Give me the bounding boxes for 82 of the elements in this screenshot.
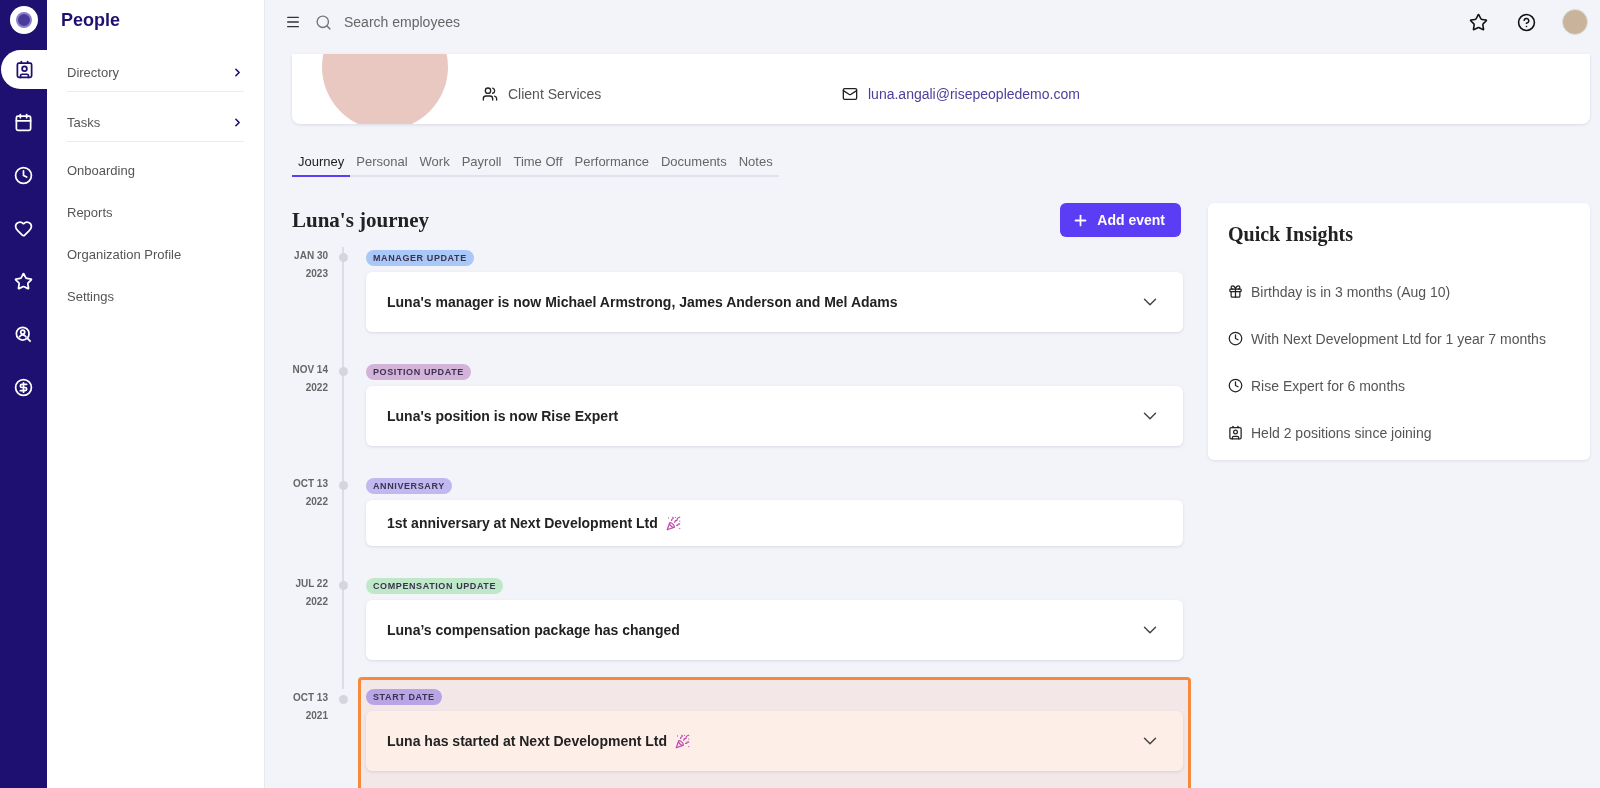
contact-card-icon [15, 60, 34, 79]
event-date: NOV 14 [292, 363, 328, 377]
sidebar-item[interactable]: Organization Profile [67, 238, 244, 271]
timeline-dot [338, 695, 348, 704]
event-card[interactable]: Luna's position is now Rise Expert [366, 386, 1183, 446]
search-field[interactable]: Search employees [342, 13, 642, 31]
users-icon [482, 86, 498, 102]
tab[interactable]: Journey [292, 148, 351, 177]
insight-text: Rise Expert for 6 months [1251, 377, 1406, 394]
tab[interactable]: Time Off [507, 148, 569, 177]
sidebar-item[interactable]: Onboarding [67, 154, 244, 187]
sidebar-item-label: Settings [67, 289, 114, 304]
nav-rail-button[interactable] [1, 50, 48, 89]
clock-icon [1228, 331, 1243, 346]
tab[interactable]: Notes [732, 148, 779, 177]
event-year: 2022 [304, 594, 328, 609]
event-year: 2022 [304, 380, 328, 395]
event-title: Luna has started at Next Development Ltd [387, 733, 668, 749]
sidebar-item[interactable]: Directory [67, 54, 244, 92]
timeline-dot [338, 367, 348, 376]
sidebar-item[interactable]: Settings [67, 280, 244, 313]
event-card[interactable]: Luna's manager is now Michael Armstrong, James Anderson and Mel Adams [366, 272, 1183, 332]
help-icon [1516, 12, 1536, 32]
tab[interactable]: Personal [350, 148, 414, 177]
event-tag: MANAGER UPDATE [366, 250, 474, 266]
event-tag: POSITION UPDATE [366, 364, 471, 380]
tab[interactable]: Performance [568, 148, 655, 177]
search-icon [315, 13, 332, 31]
event-title: 1st anniversary at Next Development Ltd [387, 515, 658, 531]
event-title: Luna's position is now Rise Expert [387, 408, 619, 424]
sidebar-item-label: Organization Profile [67, 247, 182, 262]
event-tag: START DATE [366, 689, 442, 705]
app-logo[interactable] [9, 6, 38, 34]
event-year: 2022 [304, 494, 328, 509]
clock-icon [1228, 378, 1243, 393]
insight-text: Birthday is in 3 months (Aug 10) [1251, 283, 1451, 300]
event-card[interactable]: Luna has started at Next Development Ltd [366, 711, 1183, 771]
event-year: 2023 [304, 266, 328, 281]
mail-icon [842, 86, 858, 102]
id-card-icon [1228, 425, 1243, 440]
event-title: Luna's manager is now Michael Armstrong, James Anderson and Mel Adams [387, 294, 898, 310]
event-card[interactable]: 1st anniversary at Next Development Ltd [366, 500, 1183, 546]
calendar-icon [14, 113, 33, 132]
insights-heading: Quick Insights [1228, 223, 1355, 246]
timeline-dot [338, 581, 348, 590]
sidebar-item-label: Onboarding [67, 163, 135, 178]
timeline-dot [338, 481, 348, 490]
person-search-icon [14, 325, 33, 344]
event-date: OCT 13 [292, 691, 328, 705]
heart-icon [14, 219, 33, 238]
department-text: Client Services [508, 86, 602, 102]
add-event-button[interactable]: Add event [1060, 203, 1181, 237]
sidebar-item-label: Directory [67, 65, 119, 80]
tab[interactable]: Payroll [455, 148, 508, 177]
timeline-dot [338, 253, 348, 262]
sidebar-item[interactable]: Tasks [67, 104, 244, 142]
insight-text: Held 2 positions since joining [1251, 424, 1432, 441]
event-tag: COMPENSATION UPDATE [366, 578, 504, 594]
event-date: OCT 13 [292, 477, 328, 491]
tab[interactable]: Documents [654, 148, 733, 177]
event-title: Luna’s compensation package has changed [387, 622, 680, 638]
sidebar-item[interactable]: Reports [67, 196, 244, 229]
sidebar-item-label: Tasks [67, 115, 101, 130]
event-date: JUL 22 [294, 577, 328, 591]
journey-heading: Luna's journey [292, 207, 430, 233]
party-popper-icon [675, 733, 691, 749]
section-title: People [61, 9, 122, 32]
event-date: JAN 30 [293, 249, 328, 263]
star-icon [14, 272, 33, 291]
insight-text: With Next Development Ltd for 1 year 7 months [1251, 330, 1546, 347]
party-popper-icon [665, 515, 681, 531]
dollar-icon [14, 378, 33, 397]
event-tag: ANNIVERSARY [366, 478, 452, 494]
event-year: 2021 [304, 708, 328, 723]
sidebar-item-label: Reports [67, 205, 113, 220]
email-link[interactable]: luna.angali@risepeopledemo.com [868, 86, 1080, 102]
event-card[interactable]: Luna’s compensation package has changed [366, 600, 1183, 660]
menu-icon[interactable] [285, 14, 301, 30]
star-icon [1468, 12, 1488, 32]
clock-icon [14, 166, 33, 185]
gift-icon [1228, 284, 1243, 299]
tab[interactable]: Work [413, 148, 456, 177]
